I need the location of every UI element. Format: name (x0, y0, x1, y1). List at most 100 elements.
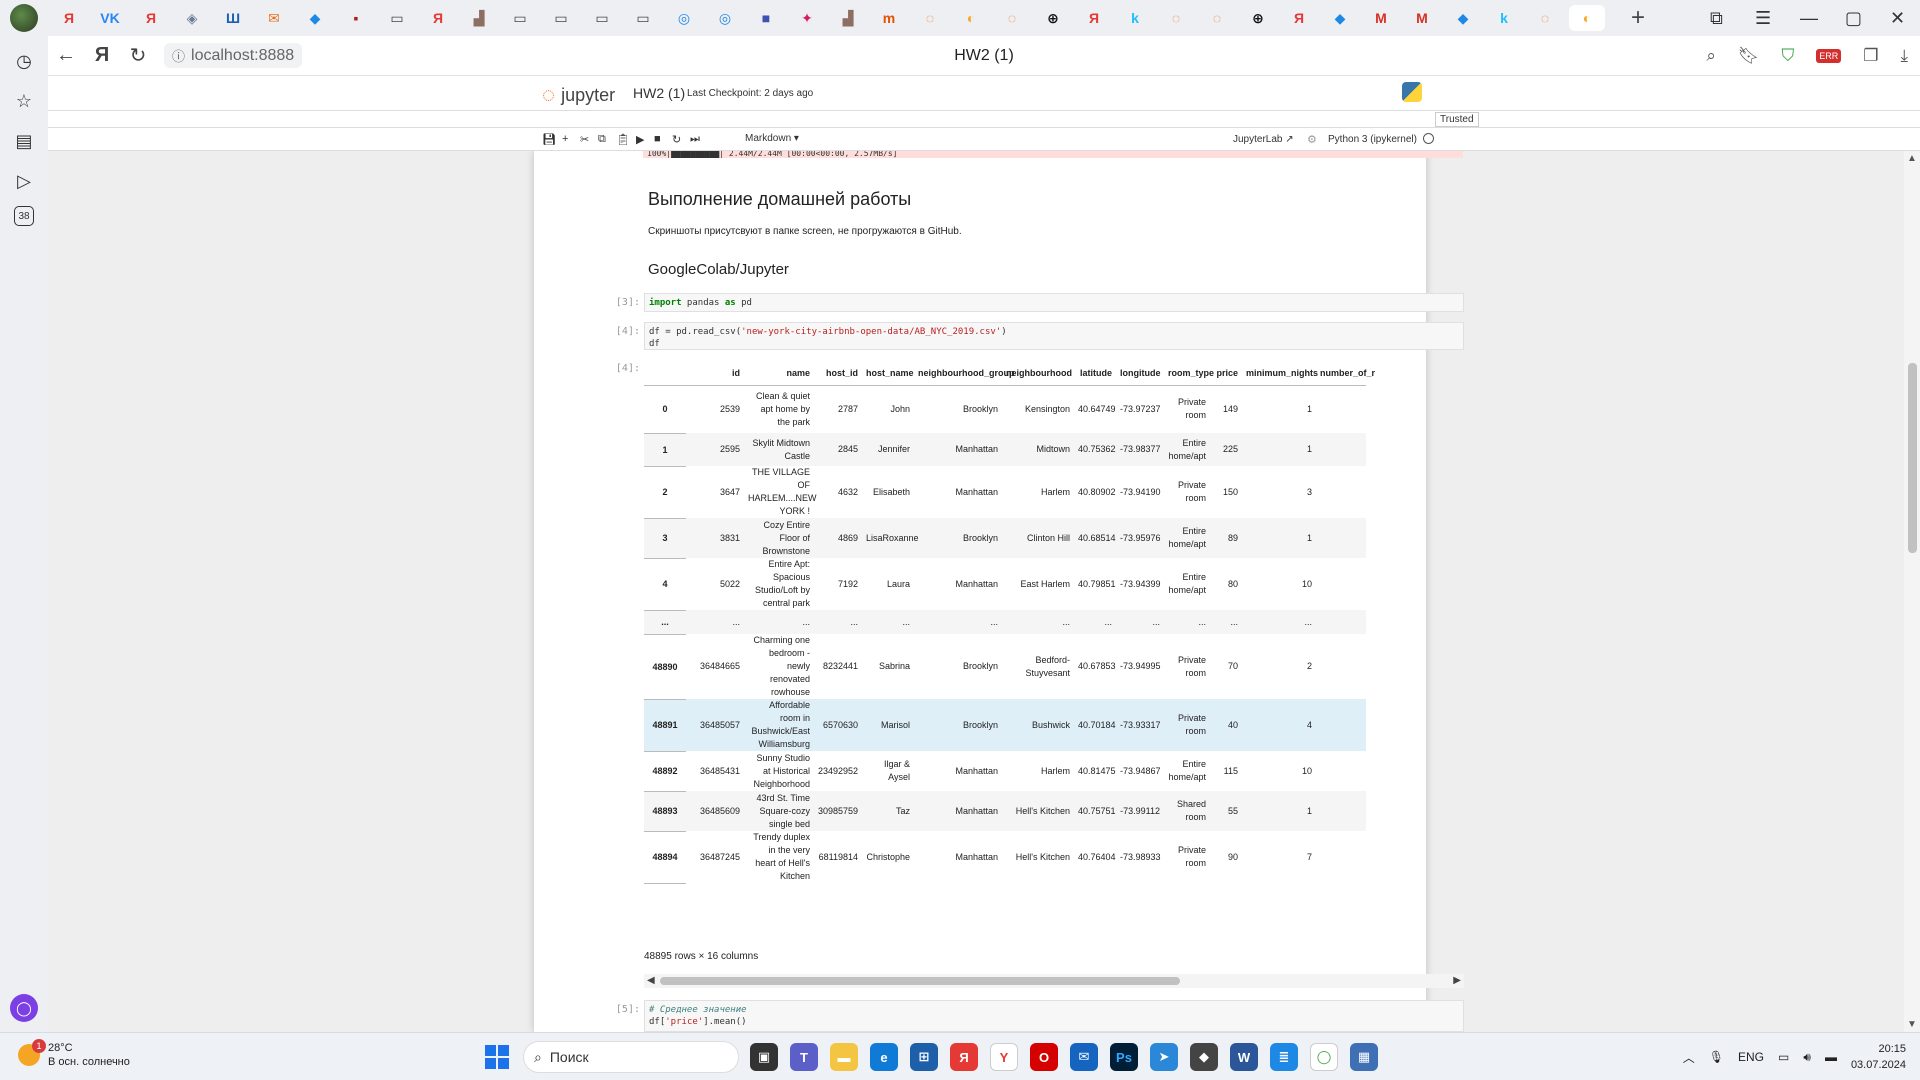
browser-tab-chart-icon[interactable]: ▟ (831, 5, 865, 31)
browser-tab-bird-icon[interactable]: ✦ (790, 5, 824, 31)
page-vertical-scrollbar[interactable]: ▲ ▼ (1904, 151, 1920, 1032)
save-icon[interactable]: 💾︎ (542, 133, 556, 146)
yandex-home-icon[interactable]: Я (84, 44, 120, 67)
clock[interactable]: 20:15 03.07.2024 (1851, 1041, 1906, 1073)
tabs-count-badge[interactable]: 38 (14, 206, 34, 226)
table-row[interactable]: 48894 36487245 Trendy duplex in the very h… (644, 831, 1366, 884)
browser-tab-yandex-icon[interactable]: Я (52, 5, 86, 31)
maximize-button[interactable]: ▢ (1845, 0, 1862, 36)
table-row[interactable]: 48891 36485057 Affordable room in Bushwick… (644, 699, 1366, 752)
browser-tab-chart-icon[interactable]: ▟ (462, 5, 496, 31)
browser-tab-jupyter-icon[interactable]: ◌ (995, 5, 1029, 31)
extension-err-badge[interactable]: ERR (1816, 48, 1842, 63)
taskbar-search[interactable]: ⌕ Поиск (523, 1041, 739, 1073)
table-row[interactable]: 48893 36485609 43rd St. Time Square-cozy s… (644, 791, 1366, 832)
back-button[interactable]: ← (48, 44, 84, 67)
protect-shield-icon[interactable]: ⛉ (1781, 46, 1794, 66)
browser-tab-vk-icon[interactable]: VK (93, 5, 127, 31)
yandex-browser-icon[interactable]: Я (950, 1043, 978, 1071)
opera-icon[interactable]: O (1030, 1043, 1058, 1071)
kernel-name[interactable]: Python 3 (ipykernel) (1328, 134, 1417, 145)
paste-icon[interactable]: 📋︎ (616, 133, 630, 146)
browser-tab-diamond-icon[interactable]: ◆ (1446, 5, 1480, 31)
bookmark-icon[interactable]: 🔖︎ (1738, 46, 1760, 66)
video-play-icon[interactable]: ▷ (9, 166, 39, 196)
browser-tab-doc-icon[interactable]: ▭ (544, 5, 578, 31)
browser-tab-kaggle-icon[interactable]: k (1118, 5, 1152, 31)
browser-tab-gmail-icon[interactable]: M (1364, 5, 1398, 31)
browser-tab-gmail-icon[interactable]: M (1405, 5, 1439, 31)
remote-desktop-icon[interactable]: ▦ (1350, 1043, 1378, 1071)
pycharm-icon[interactable]: ◯ (1310, 1043, 1338, 1071)
app-icon[interactable]: ◆ (1190, 1043, 1218, 1071)
collections-icon[interactable]: ❐ (1863, 46, 1878, 66)
minimize-button[interactable]: — (1800, 0, 1818, 36)
scroll-up-arrow-icon[interactable]: ▲ (1907, 153, 1917, 164)
browser-tab-globe-icon[interactable]: ◎ (667, 5, 701, 31)
profile-avatar[interactable] (10, 4, 38, 32)
browser-tab-yandex-icon[interactable]: Я (421, 5, 455, 31)
file-explorer-icon[interactable]: ▬ (830, 1043, 858, 1071)
insert-cell-icon[interactable]: + (562, 133, 568, 145)
history-icon[interactable]: ◷ (9, 46, 39, 76)
copy-icon[interactable]: ⧉ (598, 133, 606, 146)
interrupt-icon[interactable]: ■ (654, 133, 661, 145)
telegram-icon[interactable]: ➤ (1150, 1043, 1178, 1071)
trusted-indicator[interactable]: Trusted (1435, 112, 1479, 127)
scroll-left-arrow-icon[interactable]: ◀ (647, 975, 655, 986)
table-row[interactable]: 48890 36484665 Charming one bedroom - newl… (644, 634, 1366, 700)
table-row[interactable]: 2 3647 THE VILLAGE OF HARLEM....NEW YORK !… (644, 466, 1366, 519)
browser-tab-doc-icon[interactable]: ▭ (503, 5, 537, 31)
table-row[interactable]: 1 2595 Skylit Midtown Castle 2845 Jennifer Ma… (644, 433, 1366, 467)
table-row[interactable]: 3 3831 Cozy Entire Floor of Brownstone 4869… (644, 518, 1366, 559)
collections-icon[interactable]: ▤ (9, 126, 39, 156)
scroll-down-arrow-icon[interactable]: ▼ (1907, 1019, 1917, 1030)
browser-tab-diamond-icon[interactable]: ◆ (298, 5, 332, 31)
browser-tab-plus-circle-icon[interactable]: ⊕ (1241, 5, 1275, 31)
table-row[interactable]: .................................... (644, 610, 1366, 635)
browser-tab-yandex-icon[interactable]: Я (134, 5, 168, 31)
mail-icon[interactable]: ✉ (1070, 1043, 1098, 1071)
edge-icon[interactable]: e (870, 1043, 898, 1071)
restart-icon[interactable]: ↻ (672, 133, 681, 146)
table-row[interactable]: 48892 36485431 Sunny Studio at Historical … (644, 751, 1366, 792)
tab-actions-icon[interactable]: ⧉ (1710, 0, 1723, 36)
bookmarks-star-icon[interactable]: ☆ (9, 86, 39, 116)
microphone-icon[interactable]: 🎙︎ (1709, 1050, 1724, 1064)
code-cell-4[interactable]: df = pd.read_csv('new-york-city-airbnb-o… (644, 322, 1464, 350)
alice-assistant-icon[interactable]: ◯ (10, 994, 38, 1022)
browser-tab-colab-icon[interactable]: ◐ (1569, 5, 1605, 31)
code-cell-5[interactable]: # Среднее значение df['price'].mean() (644, 1000, 1464, 1032)
browser-tab-plus-circle-icon[interactable]: ⊕ (1036, 5, 1070, 31)
code-cell-3[interactable]: import pandas as pd (644, 293, 1464, 312)
battery-icon[interactable]: ▬ (1825, 1050, 1837, 1064)
search-page-icon[interactable]: ⌕ (1706, 46, 1716, 66)
word-icon[interactable]: W (1230, 1043, 1258, 1071)
photoshop-icon[interactable]: Ps (1110, 1043, 1138, 1071)
browser-tab-habr-icon[interactable]: m (872, 5, 906, 31)
site-info-icon[interactable]: ⓘ (172, 46, 185, 65)
teams-icon[interactable]: T (790, 1043, 818, 1071)
url-field[interactable]: ⓘ localhost:8888 (164, 43, 303, 68)
jupyterlab-link[interactable]: JupyterLab ↗ (1233, 134, 1294, 145)
table-row[interactable]: 4 5022 Entire Apt: Spacious Studio/Loft by… (644, 558, 1366, 611)
browser-tab-media-icon[interactable]: ▪ (339, 5, 373, 31)
browser-tab-kaggle-icon[interactable]: k (1487, 5, 1521, 31)
browser-tab-site-icon[interactable]: Ш (216, 5, 250, 31)
run-all-icon[interactable]: ⏭ (690, 133, 700, 146)
browser-tab-doc-icon[interactable]: ▭ (380, 5, 414, 31)
close-window-button[interactable]: ✕ (1890, 0, 1905, 36)
menu-icon[interactable]: ☰ (1755, 0, 1771, 36)
browser-tab-jupyter-icon[interactable]: ◌ (913, 5, 947, 31)
browser-tab-shield-icon[interactable]: ◈ (175, 5, 209, 31)
browser-tab-yandex-icon[interactable]: Я (1077, 5, 1111, 31)
browser-tab-jupyter-icon[interactable]: ◌ (1200, 5, 1234, 31)
scroll-right-arrow-icon[interactable]: ▶ (1453, 975, 1461, 986)
weather-widget[interactable]: 1 28°C В осн. солнечно (18, 1039, 130, 1069)
browser-tab-jupyter-icon[interactable]: ◌ (1159, 5, 1193, 31)
browser-tab-mail-icon[interactable]: ✉ (257, 5, 291, 31)
browser-tab-diamond-icon[interactable]: ◆ (1323, 5, 1357, 31)
table-row[interactable]: 0 2539 Clean & quiet apt home by the park 2… (644, 385, 1366, 434)
notebook-name[interactable]: HW2 (1) (633, 85, 685, 101)
notepad-icon[interactable]: ≣ (1270, 1043, 1298, 1071)
